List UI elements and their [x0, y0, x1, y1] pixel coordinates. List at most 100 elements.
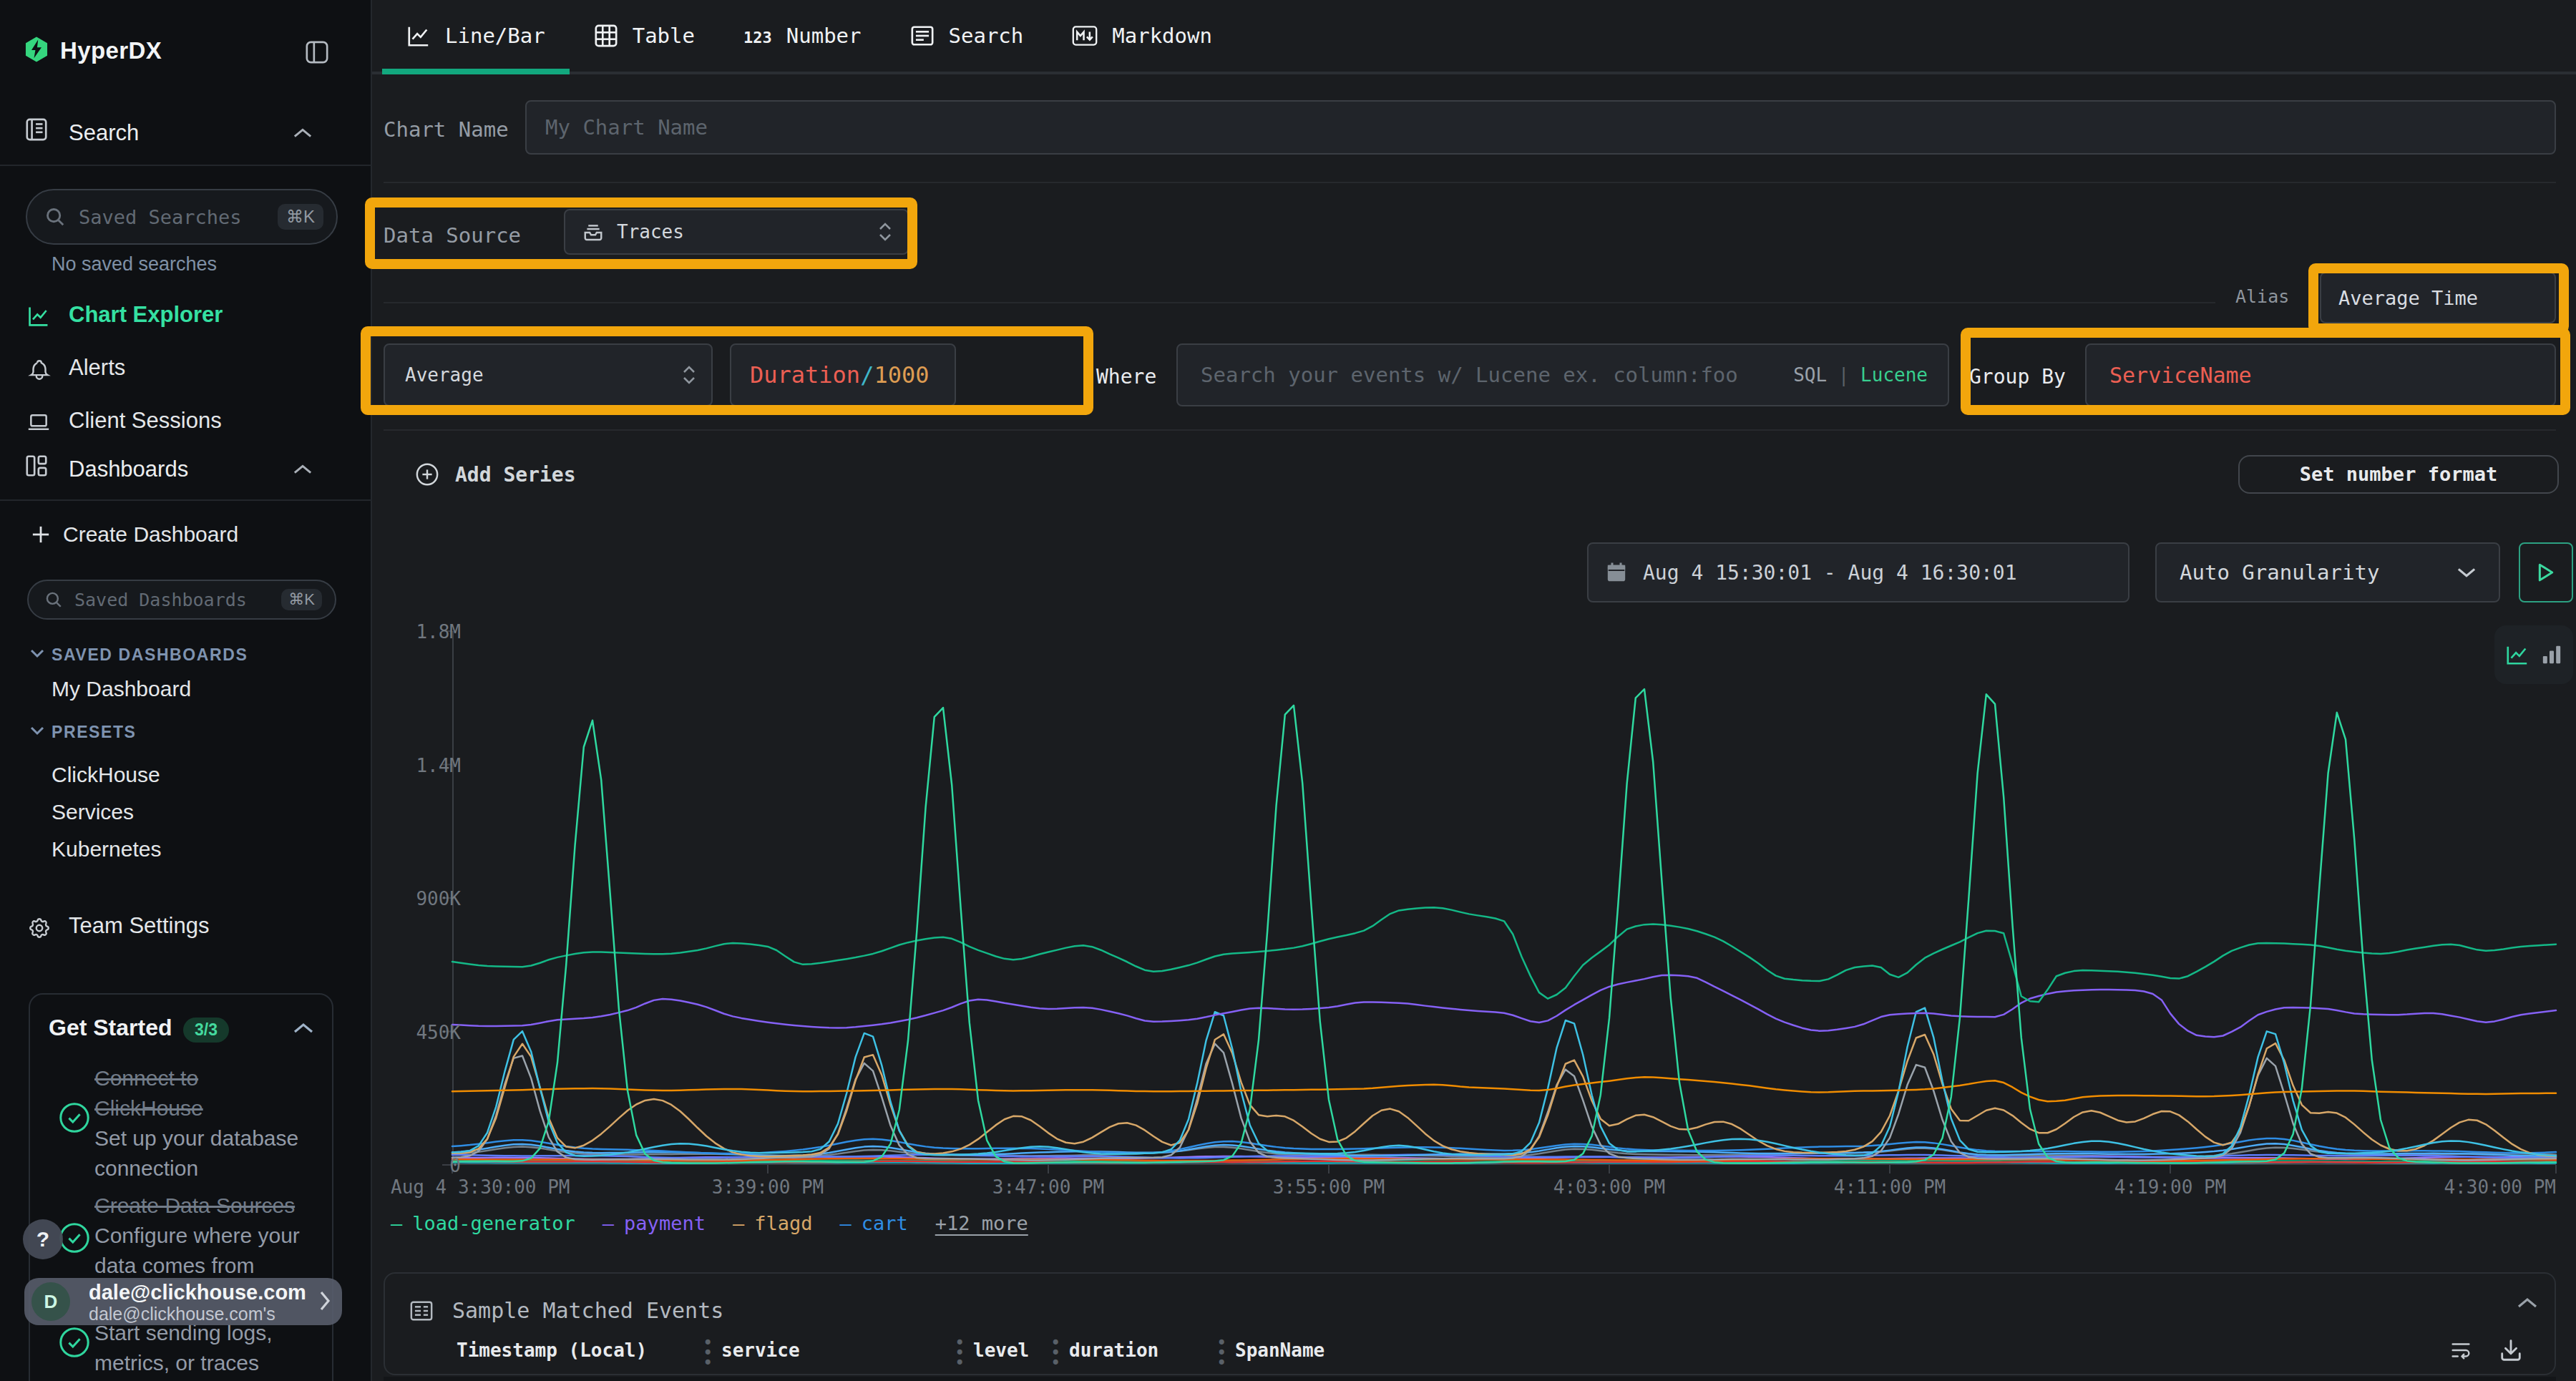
saved-dashboards-group[interactable]: SAVED DASHBOARDS — [52, 645, 248, 665]
timeseries-chart[interactable] — [452, 631, 2556, 1165]
series-more-1 — [452, 907, 2556, 1002]
sidebar-section-dashboards[interactable]: Dashboards — [0, 448, 371, 505]
x-tick-label: 3:39:00 PM — [712, 1176, 824, 1198]
legend-item-load-generator[interactable]: —load-generator — [391, 1212, 575, 1234]
time-range-input[interactable]: Aug 4 15:30:01 - Aug 4 16:30:01 — [1587, 542, 2129, 602]
hyperdx-app: HyperDX Search Saved Searches ⌘K No save… — [0, 0, 2576, 1381]
markdown-icon — [1072, 25, 1098, 47]
sample-matched-events-panel: Sample Matched Events Timestamp (Local) s… — [384, 1272, 2556, 1375]
x-tick-label: 4:19:00 PM — [2114, 1176, 2227, 1198]
kbd-shortcut: ⌘K — [281, 589, 322, 610]
sidebar-item-alerts[interactable]: Alerts — [0, 343, 371, 395]
tab-markdown[interactable]: Markdown — [1048, 0, 1236, 72]
legend-item-payment[interactable]: —payment — [602, 1212, 706, 1234]
123-icon: 123 — [743, 24, 772, 48]
download-icon[interactable] — [2499, 1338, 2523, 1362]
column-header-service[interactable]: service — [721, 1339, 800, 1361]
alias-value: Average Time — [2338, 287, 2478, 309]
data-source-select[interactable]: Traces — [564, 209, 909, 255]
events-table-body-edge — [384, 1377, 2556, 1381]
chevron-up-icon[interactable] — [293, 1022, 313, 1035]
saved-dashboards-input[interactable]: Saved Dashboards ⌘K — [27, 580, 336, 620]
create-dashboard-label: Create Dashboard — [63, 522, 238, 547]
sidebar-item-client-sessions[interactable]: Client Sessions — [0, 396, 371, 448]
granularity-select[interactable]: Auto Granularity — [2155, 542, 2500, 602]
legend-more-link[interactable]: +12 more — [935, 1212, 1028, 1234]
sidebar-item-team-settings[interactable]: Team Settings — [0, 902, 371, 953]
column-header-timestamp-local-[interactable]: Timestamp (Local) — [457, 1339, 647, 1361]
column-drag-handle[interactable]: ••• — [703, 1338, 713, 1368]
list-icon — [409, 1299, 434, 1323]
column-drag-handle[interactable]: ••• — [1216, 1338, 1226, 1368]
set-number-format-button[interactable]: Set number format — [2238, 455, 2559, 494]
get-started-step-title: Create Data Sources — [94, 1191, 295, 1221]
text-wrap-icon[interactable] — [2449, 1338, 2473, 1362]
tab-line-bar[interactable]: Line/Bar — [382, 0, 570, 72]
series-load-generator — [452, 689, 2556, 1163]
where-search-input[interactable]: Search your events w/ Lucene ex. column:… — [1176, 343, 1949, 406]
legend-item-cart[interactable]: —cart — [839, 1212, 907, 1234]
sidebar-divider — [0, 499, 372, 501]
select-updown-icon — [879, 222, 892, 242]
tab-search[interactable]: Search — [886, 0, 1048, 72]
get-started-step-subtitle: connection — [94, 1153, 198, 1184]
sidebar-section-search[interactable]: Search — [0, 112, 371, 169]
dashboard-icon — [24, 454, 49, 478]
y-tick-label: 900K — [416, 888, 461, 909]
y-tick-label: 0 — [449, 1155, 461, 1176]
plus-circle-icon — [415, 462, 439, 487]
chart-name-input[interactable]: My Chart Name — [525, 100, 2556, 155]
saved-searches-input[interactable]: Saved Searches ⌘K — [26, 189, 338, 245]
user-account-button[interactable]: D dale@clickhouse.com dale@clickhouse.co… — [24, 1278, 342, 1325]
y-tick-label: 1.4M — [416, 755, 461, 776]
tab-number[interactable]: 123Number — [719, 0, 886, 72]
sql-expression-value: Duration/1000 — [750, 361, 929, 389]
chart-line-icon — [406, 24, 431, 48]
group-by-input[interactable]: ServiceName — [2085, 343, 2556, 406]
group-by-value: ServiceName — [2109, 363, 2252, 388]
column-header-spanname[interactable]: SpanName — [1235, 1339, 1324, 1361]
sidebar-item-kubernetes[interactable]: Kubernetes — [52, 837, 161, 862]
series-more-2 — [452, 1077, 2556, 1101]
column-header-level[interactable]: level — [973, 1339, 1029, 1361]
sidebar-item-my-dashboard[interactable]: My Dashboard — [52, 677, 191, 701]
column-header-duration[interactable]: duration — [1069, 1339, 1158, 1361]
alias-input[interactable]: Average Time — [2320, 272, 2556, 323]
divider — [384, 182, 2556, 183]
series-more-4 — [452, 1044, 2556, 1161]
add-series-button[interactable]: Add Series — [415, 462, 576, 487]
sidebar-collapse-icon[interactable] — [305, 40, 329, 64]
aggregation-select[interactable]: Average — [384, 343, 713, 406]
chart-canvas — [452, 631, 2556, 1165]
chevron-up-icon — [293, 464, 312, 475]
y-tick-label: 450K — [416, 1022, 461, 1043]
sidebar-item-services[interactable]: Services — [52, 800, 134, 824]
get-started-progress-badge: 3/3 — [183, 1018, 229, 1043]
run-query-button[interactable] — [2519, 542, 2573, 602]
lucene-toggle[interactable]: Lucene — [1860, 364, 1928, 386]
create-dashboard-button[interactable]: Create Dashboard — [31, 522, 238, 547]
tab-table[interactable]: Table — [570, 0, 719, 72]
query-language-toggle[interactable]: SQL | Lucene — [1793, 364, 1928, 386]
sidebar-item-chart-explorer[interactable]: Chart Explorer — [0, 291, 371, 342]
column-drag-handle[interactable]: ••• — [955, 1338, 965, 1368]
help-button[interactable]: ? — [23, 1219, 63, 1259]
collapse-events-icon[interactable] — [2517, 1297, 2537, 1309]
divider — [384, 302, 2215, 303]
x-tick-label: 4:03:00 PM — [1553, 1176, 1666, 1198]
sidebar-item-label: Client Sessions — [69, 408, 222, 434]
legend-item-flagd[interactable]: —flagd — [733, 1212, 813, 1234]
presets-group[interactable]: PRESETS — [52, 723, 137, 742]
sidebar-item-clickhouse[interactable]: ClickHouse — [52, 763, 160, 787]
sql-expression-input[interactable]: Duration/1000 — [730, 343, 956, 406]
select-updown-icon — [683, 365, 696, 385]
chevron-down-icon — [30, 726, 44, 736]
add-series-label: Add Series — [455, 463, 576, 487]
column-drag-handle[interactable]: ••• — [1050, 1338, 1060, 1368]
sidebar-item-label: Chart Explorer — [69, 302, 223, 328]
kbd-shortcut: ⌘K — [278, 204, 323, 230]
events-panel-header: Sample Matched Events — [409, 1298, 723, 1323]
sidebar-item-label: Team Settings — [69, 913, 209, 939]
avatar: D — [31, 1282, 70, 1321]
app-title: HyperDX — [60, 37, 162, 64]
